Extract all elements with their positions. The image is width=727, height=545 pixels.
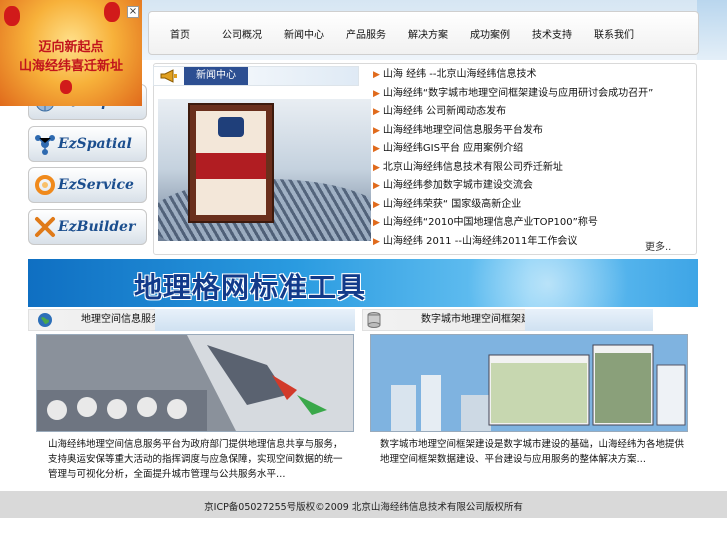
news-tab[interactable]: 新闻中心: [184, 67, 248, 85]
section-image-right[interactable]: [370, 334, 688, 432]
nav-item-about[interactable]: 公司概况: [211, 26, 273, 41]
banner-title: 地理格网标准工具: [134, 271, 367, 304]
promo-close-button[interactable]: ×: [127, 6, 139, 18]
footer-copyright: 京ICP备05027255号版权©2009 北京山海经纬信息技术有限公司版权所有: [204, 502, 523, 513]
molecule-icon: [34, 133, 56, 155]
award-plaque: [188, 103, 274, 223]
banner-glow: [448, 259, 648, 307]
news-item[interactable]: ▶ 山海经纬 公司新闻动态发布: [373, 103, 695, 122]
news-item[interactable]: ▶ 山海经纬参加数字城市建设交流会: [373, 177, 695, 196]
news-more-link[interactable]: 更多..: [645, 238, 671, 253]
lantern-decoration: [60, 80, 72, 94]
section-header-decoration: [155, 309, 355, 331]
header-sky-decoration: [697, 0, 727, 60]
section-header-left: 地理空间信息服务: [28, 309, 355, 331]
section-text-right: 数字城市地理空间框架建设是数字城市建设的基础，山海经纬为各地提供地理空间框架数据…: [380, 439, 685, 465]
section-text-left: 山海经纬地理空间信息服务平台为政府部门提供地理信息共享与服务，支持奥运安保等重大…: [48, 439, 343, 480]
news-item[interactable]: ▶ 山海经纬地理空间信息服务平台发布: [373, 122, 695, 141]
nav-item-products[interactable]: 产品服务: [335, 26, 397, 41]
lantern-decoration: [104, 2, 120, 22]
megaphone-icon: [160, 69, 178, 86]
news-item[interactable]: ▶ 山海经纬“数字城市地理空间框架建设与应用研讨会成功召开”: [373, 85, 695, 104]
news-item[interactable]: ▶ 山海经纬“2010中国地理信息产业TOP100”称号: [373, 214, 695, 233]
product-name: EzService: [58, 177, 134, 193]
product-button-ezservice[interactable]: EzService: [28, 167, 147, 203]
nav-item-home[interactable]: 首页: [149, 26, 211, 41]
promo-popup[interactable]: 迈向新起点 山海经纬喜迁新址: [0, 0, 142, 106]
main-nav: 首页 公司概况 新闻中心 产品服务 解决方案 成功案例 技术支持 联系我们: [148, 11, 699, 55]
news-item[interactable]: ▶ 山海 经纬 --北京山海经纬信息技术: [373, 66, 695, 85]
product-button-ezbuilder[interactable]: EzBuilder: [28, 209, 147, 245]
motorcade-photo: [37, 335, 353, 431]
section-header-decoration: [525, 309, 653, 331]
section-title-right: 数字城市地理空间框架建设: [421, 314, 541, 325]
earth-icon: [37, 312, 53, 331]
section-title-left: 地理空间信息服务: [81, 314, 161, 325]
news-photo[interactable]: [158, 99, 371, 241]
promo-line2: 山海经纬喜迁新址: [18, 59, 123, 74]
tools-icon: [34, 216, 56, 238]
beijing-olympics-logo: [218, 117, 244, 137]
nav-item-cases[interactable]: 成功案例: [459, 26, 521, 41]
banner[interactable]: 地理格网标准工具: [28, 259, 698, 307]
section-image-left[interactable]: [36, 334, 354, 432]
news-item[interactable]: ▶ 北京山海经纬信息技术有限公司乔迁新址: [373, 159, 695, 178]
news-header: 新闻中心: [153, 66, 359, 86]
nav-item-contact[interactable]: 联系我们: [583, 26, 645, 41]
news-item[interactable]: ▶ 山海经纬荣获“ 国家级高新企业: [373, 196, 695, 215]
news-item[interactable]: ▶ 山海经纬GIS平台 应用案例介绍: [373, 140, 695, 159]
footer: 京ICP备05027255号版权©2009 北京山海经纬信息技术有限公司版权所有: [0, 491, 727, 518]
promo-line1: 迈向新起点: [38, 40, 104, 55]
section-header-right: 数字城市地理空间框架建设: [362, 309, 653, 331]
lantern-decoration: [4, 6, 20, 26]
orange-ring-icon: [34, 174, 56, 196]
nav-item-support[interactable]: 技术支持: [521, 26, 583, 41]
database-icon: [367, 312, 381, 331]
news-list: ▶ 山海 经纬 --北京山海经纬信息技术 ▶ 山海经纬“数字城市地理空间框架建设与应…: [373, 66, 695, 251]
nav-item-solutions[interactable]: 解决方案: [397, 26, 459, 41]
nav-item-news[interactable]: 新闻中心: [273, 26, 335, 41]
city-software-photo: [371, 335, 687, 431]
product-name: EzBuilder: [58, 219, 136, 235]
product-name: EzSpatial: [58, 136, 132, 152]
product-button-ezspatial[interactable]: EzSpatial: [28, 126, 147, 162]
